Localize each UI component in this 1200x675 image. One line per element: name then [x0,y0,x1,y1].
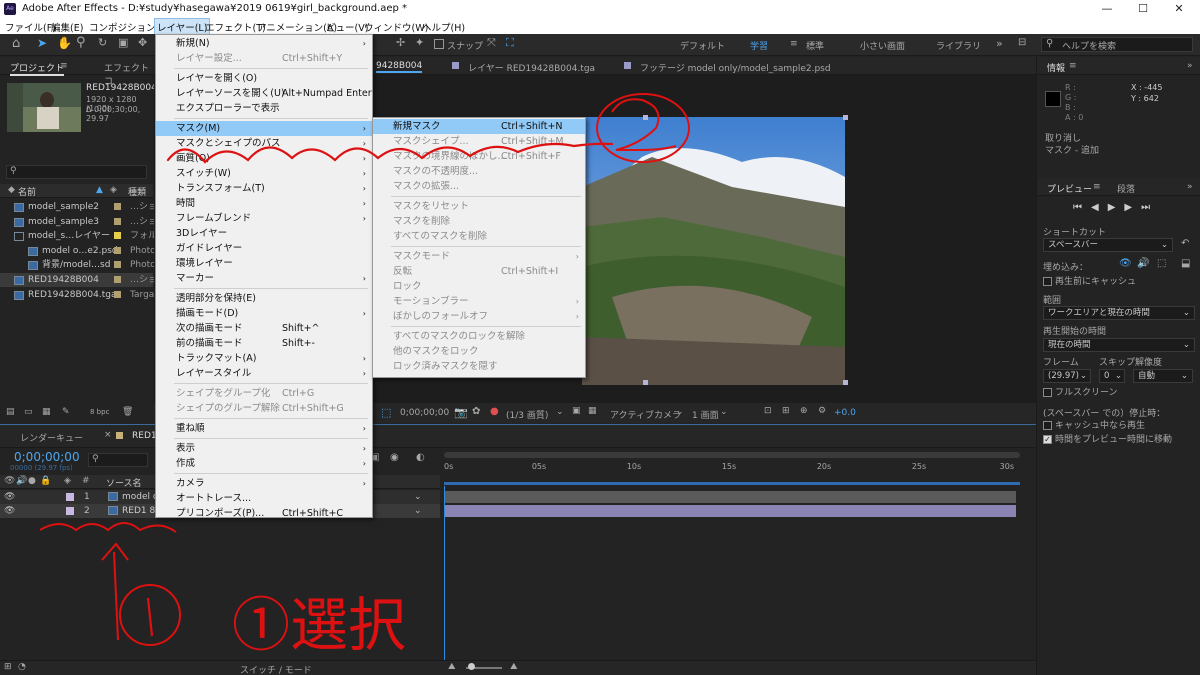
annotation-number-2 [611,98,677,151]
red-wave-stroke [39,522,177,533]
annotation-select-text: ①選択 [232,591,406,659]
annotation-circle-2 [596,93,690,163]
handwritten-annotations: ①選択 ② [39,93,690,659]
red-underline-stroke [166,142,614,164]
red-arrow-up [101,542,129,641]
